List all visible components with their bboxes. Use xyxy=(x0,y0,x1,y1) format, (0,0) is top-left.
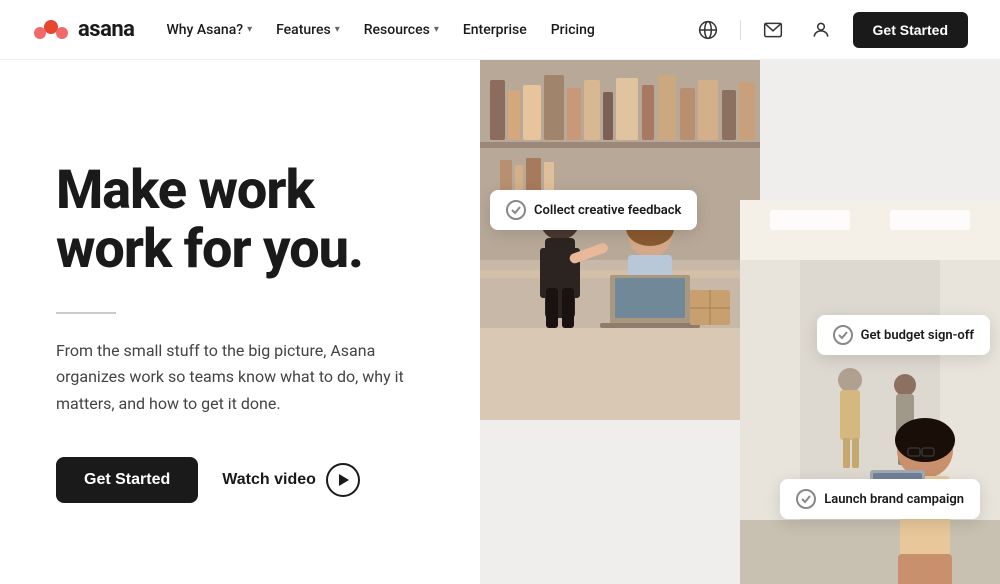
nav-link-features[interactable]: Features ▾ xyxy=(276,22,340,38)
nav-links: Why Asana? ▾ Features ▾ Resources ▾ Ente… xyxy=(166,22,594,38)
hero-actions: Get Started Watch video xyxy=(56,457,432,503)
badge-collect-feedback: Collect creative feedback xyxy=(490,190,697,230)
mail-icon xyxy=(763,20,783,40)
nav-link-resources[interactable]: Resources ▾ xyxy=(364,22,439,38)
corridor-scene-svg xyxy=(740,200,1000,584)
badge-launch-campaign: Launch brand campaign xyxy=(780,479,980,519)
chevron-icon-features: ▾ xyxy=(335,24,340,35)
hero-section: Make work work for you. From the small s… xyxy=(0,60,1000,584)
nav-divider xyxy=(740,20,741,40)
hero-description: From the small stuff to the big picture,… xyxy=(56,338,432,417)
logo-text: asana xyxy=(78,17,134,42)
play-icon xyxy=(326,463,360,497)
chevron-icon-why: ▾ xyxy=(247,24,252,35)
badge-budget-sign-off: Get budget sign-off xyxy=(817,315,990,355)
hero-title: Make work work for you. xyxy=(56,161,432,280)
nav-get-started-button[interactable]: Get Started xyxy=(853,12,968,48)
asana-logo-icon xyxy=(32,19,70,41)
hero-watch-video-button[interactable]: Watch video xyxy=(222,463,360,497)
office-scene-svg xyxy=(480,60,760,420)
check-icon-3 xyxy=(796,489,816,509)
navbar-left: asana Why Asana? ▾ Features ▾ Resources … xyxy=(32,17,595,42)
hero-right: Collect creative feedback Get budget sig… xyxy=(480,60,1000,584)
navbar-right: Get Started xyxy=(692,12,968,48)
nav-link-pricing[interactable]: Pricing xyxy=(551,22,595,38)
globe-button[interactable] xyxy=(692,14,724,46)
check-icon-2 xyxy=(833,325,853,345)
chevron-icon-resources: ▾ xyxy=(434,24,439,35)
check-icon-1 xyxy=(506,200,526,220)
globe-icon xyxy=(698,20,718,40)
mail-button[interactable] xyxy=(757,14,789,46)
user-icon xyxy=(811,20,831,40)
hero-image-left xyxy=(480,60,760,420)
logo[interactable]: asana xyxy=(32,17,134,42)
hero-image-right xyxy=(740,200,1000,584)
hero-left: Make work work for you. From the small s… xyxy=(0,60,480,584)
navbar: asana Why Asana? ▾ Features ▾ Resources … xyxy=(0,0,1000,60)
hero-divider xyxy=(56,312,116,314)
nav-link-enterprise[interactable]: Enterprise xyxy=(463,22,527,38)
user-button[interactable] xyxy=(805,14,837,46)
nav-link-why-asana[interactable]: Why Asana? ▾ xyxy=(166,22,252,38)
hero-get-started-button[interactable]: Get Started xyxy=(56,457,198,503)
